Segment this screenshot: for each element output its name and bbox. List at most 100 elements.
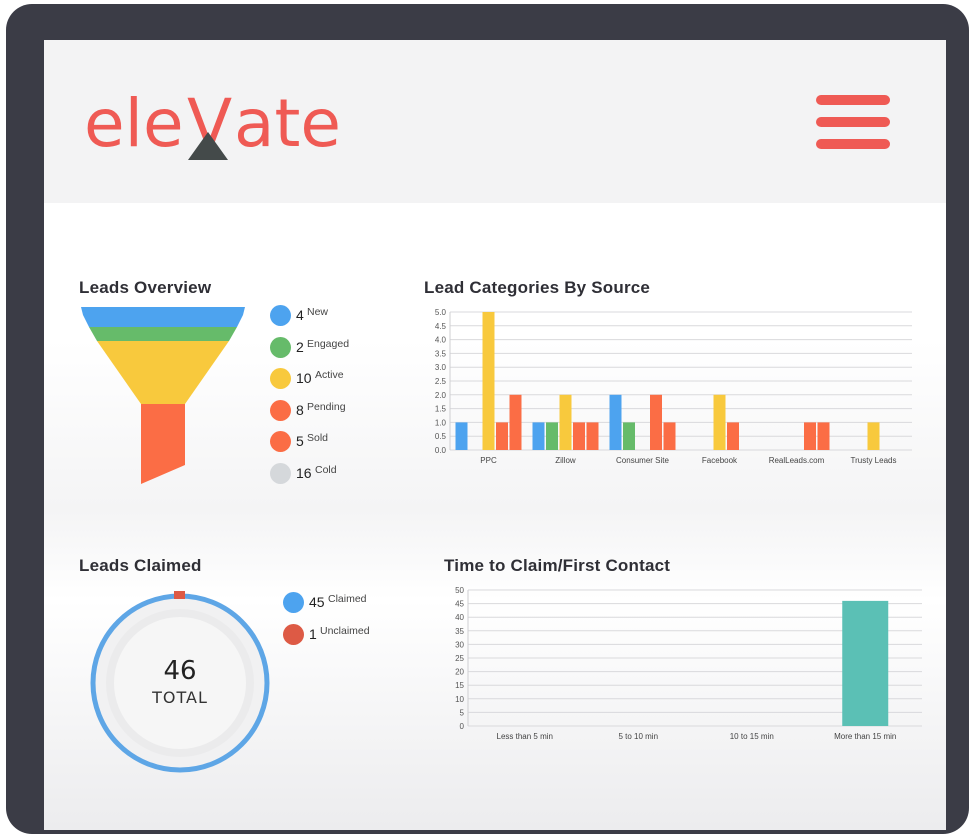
y-tick-label: 40 (455, 613, 464, 622)
menu-bar (816, 117, 890, 127)
app-screen: ele V ate Leads Overview 4 New 2 Engaged 10 A… (44, 40, 946, 830)
donut-total-number: 46 (163, 656, 197, 686)
bar (663, 422, 676, 450)
legend-dot-icon (283, 623, 304, 645)
legend-dot-icon (270, 305, 291, 326)
y-tick-label: 0.5 (435, 432, 447, 441)
y-tick-label: 5 (460, 708, 465, 717)
x-tick-label: 5 to 10 min (618, 732, 658, 741)
bar (496, 422, 508, 450)
funnel-layer-new (81, 307, 245, 327)
logo-text-ate: ate (234, 85, 341, 162)
y-tick-label: 4.0 (435, 336, 447, 345)
x-tick-label: Consumer Site (616, 456, 669, 465)
y-tick-label: 10 (455, 695, 464, 704)
bar (727, 422, 739, 450)
legend-label: New (307, 306, 329, 318)
legend-dot-icon (270, 368, 291, 389)
y-tick-label: 4.5 (435, 322, 447, 331)
legend-count: 16 (296, 464, 312, 481)
legend-count: 10 (296, 370, 312, 386)
bar (455, 422, 468, 450)
donut-total-label: TOTAL (152, 688, 208, 707)
bar (546, 422, 558, 450)
y-tick-label: 3.0 (435, 363, 447, 372)
leads-claimed-title: Leads Claimed (79, 556, 202, 575)
legend-dot-icon (270, 399, 291, 421)
time-to-claim-title: Time to Claim/First Contact (444, 556, 671, 575)
legend-label: Claimed (328, 593, 367, 605)
y-tick-label: 20 (455, 668, 464, 677)
leads-overview-title: Leads Overview (79, 278, 212, 297)
bar (573, 422, 585, 450)
leads-claimed-donut: 46 TOTAL (87, 590, 273, 776)
bar (509, 394, 522, 450)
bar (532, 422, 545, 450)
lead-categories-title: Lead Categories By Source (424, 278, 651, 297)
x-tick-label: Facebook (702, 456, 738, 465)
funnel-layer-sold (141, 455, 185, 484)
legend-dot-icon (270, 336, 291, 358)
legend-label: Unclaimed (320, 624, 370, 637)
leads-funnel (81, 307, 245, 484)
device-frame: ele V ate Leads Overview 4 New 2 Engaged 10 A… (6, 4, 969, 834)
bar (609, 394, 622, 450)
x-tick-label: Less than 5 min (497, 732, 553, 741)
logo-text-ele: ele (84, 85, 184, 162)
legend-dot-icon (270, 462, 291, 484)
y-tick-label: 5.0 (435, 308, 447, 317)
app-header: ele V ate (44, 40, 946, 203)
hamburger-menu-icon[interactable] (816, 95, 890, 151)
lead-categories-chart: 0.0 0.5 1.0 1.5 2.0 2.5 3.0 3.5 4.0 4.5 5.0 PPC Zill… (435, 308, 912, 465)
x-tick-label: Trusty Leads (851, 456, 897, 465)
funnel-layer-engaged (89, 327, 237, 341)
funnel-layer-active (97, 341, 229, 404)
y-tick-label: 25 (455, 654, 464, 663)
y-tick-label: 2.5 (435, 377, 447, 386)
bar (482, 312, 495, 450)
y-tick-label: 2.0 (435, 391, 447, 400)
bar (623, 422, 635, 450)
elevate-logo-wordmark: ele V ate (84, 85, 341, 162)
bar (650, 394, 662, 450)
y-tick-label: 15 (455, 681, 464, 690)
legend-label: Cold (315, 463, 337, 476)
x-tick-label: Zillow (555, 456, 576, 465)
legend-label: Sold (307, 432, 329, 444)
elevate-logo[interactable]: ele V ate (84, 78, 344, 168)
legend-label: Engaged (307, 337, 350, 350)
y-tick-label: 1.0 (435, 418, 447, 427)
legend-count: 5 (296, 433, 304, 449)
bar (817, 422, 830, 450)
bar (842, 600, 889, 726)
y-tick-label: 0 (460, 722, 465, 731)
legend-count: 45 (309, 594, 325, 610)
bar (559, 394, 572, 450)
legend-count: 8 (296, 401, 304, 418)
y-tick-label: 50 (455, 586, 464, 595)
menu-bar (816, 95, 890, 105)
legend-count: 4 (296, 307, 304, 323)
legend-dot-icon (283, 592, 304, 613)
x-tick-label: RealLeads.com (769, 456, 825, 465)
y-tick-label: 1.5 (435, 405, 447, 414)
funnel-layer-pending (141, 404, 185, 455)
x-tick-label: 10 to 15 min (730, 732, 774, 741)
y-tick-label: 30 (455, 640, 464, 649)
legend-count: 1 (309, 625, 317, 642)
donut-unclaimed-arc (174, 591, 185, 599)
bar (804, 422, 816, 450)
menu-bar (816, 139, 890, 149)
legend-label: Pending (307, 400, 346, 413)
x-tick-label: PPC (480, 456, 497, 465)
legend-count: 2 (296, 338, 304, 355)
legend-dot-icon (270, 431, 291, 452)
x-tick-label: More than 15 min (834, 732, 896, 741)
time-to-claim-chart: 0 5 10 15 20 25 30 35 40 45 50 Less than 5 min 5 to … (455, 586, 922, 741)
legend-label: Active (315, 369, 344, 381)
bar (586, 422, 599, 450)
bar (713, 394, 726, 450)
y-tick-label: 0.0 (435, 446, 447, 455)
bar (867, 422, 880, 450)
y-tick-label: 3.5 (435, 349, 447, 358)
